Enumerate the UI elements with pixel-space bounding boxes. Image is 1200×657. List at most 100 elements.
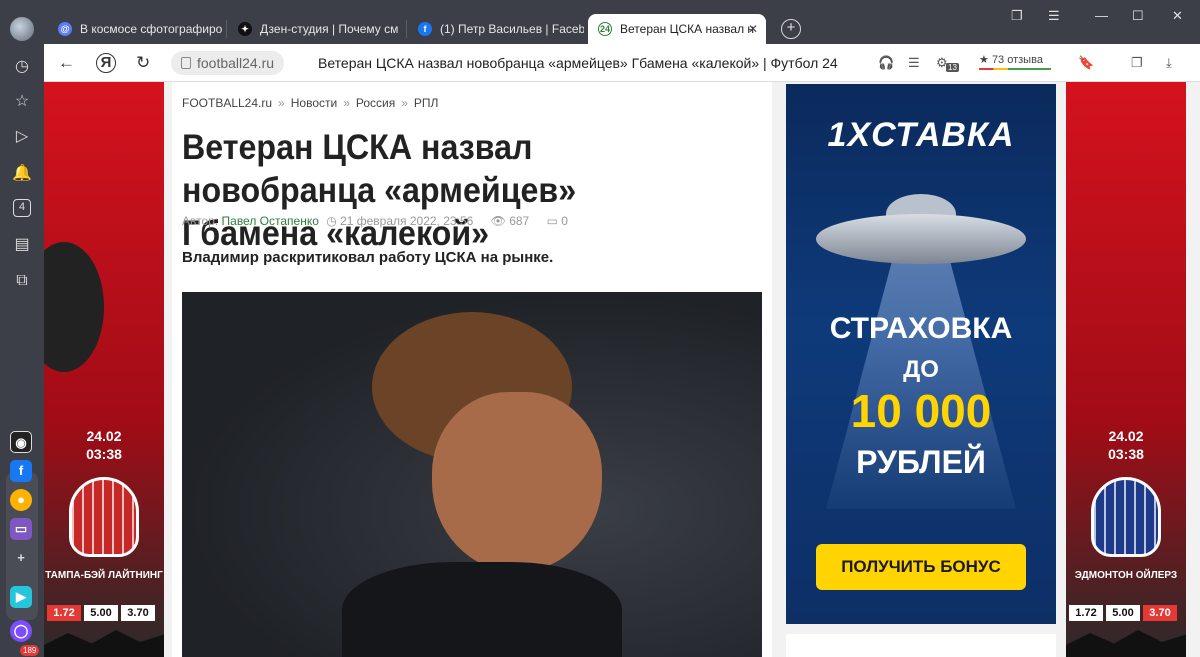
center-banner-ad[interactable]: 1XСТАВКА СТРАХОВКА ДО 10 000 РУБЛЕЙ ПОЛУ… (786, 84, 1056, 624)
history-icon[interactable]: ◷ (11, 56, 33, 78)
odds-value: 3.70 (121, 605, 155, 621)
alice-icon[interactable]: ◯ (10, 620, 32, 642)
facebook-app-icon[interactable]: f (10, 460, 32, 482)
match-time: 03:38 (1108, 446, 1144, 462)
play-icon[interactable]: ▷ (11, 126, 33, 148)
left-side-ad[interactable]: 24.02 03:38 ТАМПА-БЭЙ ЛАЙТНИНГ 1.72 5.00… (44, 82, 164, 657)
tab-label: Ветеран ЦСКА назвал н (620, 22, 755, 36)
close-window-icon[interactable]: ✕ (1172, 8, 1183, 24)
tab-strip: @ В космосе сфотографиро ✦ Дзен-студия |… (0, 0, 1200, 44)
ad-line1: СТРАХОВКА (829, 312, 1013, 345)
yandex-app-icon[interactable]: ● (10, 489, 32, 511)
lock-icon (181, 57, 191, 69)
match-time: 03:38 (86, 446, 122, 462)
close-tab-icon[interactable]: ✕ (748, 22, 758, 36)
author-link[interactable]: Павел Остапенко (222, 214, 319, 228)
bookmark-icon[interactable]: 🔖 (1078, 55, 1094, 71)
tab-label: Дзен-студия | Почему см (260, 22, 399, 36)
ad-line2: ДО (903, 356, 939, 383)
puck-graphic (44, 242, 104, 372)
odds-row: 1.72 5.00 3.70 (1069, 605, 1177, 621)
yandex-icon[interactable]: Я (96, 53, 116, 73)
ad-amount: 10 000 (850, 385, 992, 437)
breadcrumb-home[interactable]: FOOTBALL24.ru (182, 96, 272, 110)
tab-facebook[interactable]: f (1) Петр Васильев | Facebo (408, 14, 584, 44)
breadcrumb-separator: » (401, 96, 408, 110)
zen-icon: ✦ (238, 22, 252, 36)
tab-space-photo[interactable]: @ В космосе сфотографиро (48, 14, 224, 44)
breadcrumb-news[interactable]: Новости (291, 96, 337, 110)
download-icon[interactable]: ⤓ (1166, 55, 1172, 71)
team-name: ЭДМОНТОН ОЙЛЕРЗ (1074, 570, 1178, 581)
new-tab-button[interactable]: + (781, 19, 801, 39)
favorites-star-icon[interactable]: ☆ (11, 91, 33, 113)
breadcrumb-rpl[interactable]: РПЛ (414, 96, 439, 110)
article: FOOTBALL24.ru » Новости » Россия » РПЛ Ветеран… (172, 82, 772, 657)
address-bar: ← Я ↻ football24.ru Ветеран ЦСКА назвал … (44, 44, 1200, 82)
photo-shirt (342, 562, 622, 657)
odds-value: 1.72 (1069, 605, 1103, 621)
article-photo (182, 292, 762, 657)
right-side-ad[interactable]: 24.02 03:38 ЭДМОНТОН ОЙЛЕРЗ 1.72 5.00 3.… (1066, 82, 1186, 657)
mountain-graphic (1066, 630, 1186, 657)
clock-icon: ◷ (326, 214, 337, 228)
reader-icon[interactable]: ☰ (908, 55, 920, 71)
facebook-icon: f (418, 22, 432, 36)
article-lead: Владимир раскритиковал работу ЦСКА на ры… (182, 249, 554, 266)
profile-avatar[interactable] (10, 17, 34, 41)
page-title-label: Ветеран ЦСКА назвал новобранца «армейцев… (318, 55, 838, 71)
odds-value: 1.72 (47, 605, 81, 621)
publish-date: 21 февраля 2022, 23:56 (340, 214, 474, 228)
rating-bar (979, 68, 1051, 70)
ad-logo: 1XСТАВКА (827, 116, 1015, 154)
match-date: 24.02 (1108, 428, 1144, 444)
menu-icon[interactable]: ☰ (1048, 8, 1060, 24)
ad-line3: РУБЛЕЙ (856, 444, 986, 480)
article-headline: Ветеран ЦСКА назвал новобранца «армейцев… (182, 128, 577, 253)
sidebar-block (786, 634, 1056, 657)
star-icon: ★ (979, 54, 989, 66)
collections-icon[interactable]: ❐ (1011, 8, 1023, 24)
reader-count: 13 (946, 63, 959, 72)
messenger-app-icon[interactable]: ▭ (10, 518, 32, 540)
maximize-icon[interactable]: ☐ (1132, 8, 1144, 24)
screenshot-icon[interactable]: ⧉ (11, 270, 33, 292)
author-prefix: Автор: (182, 214, 219, 228)
tab-football24-active[interactable]: 24 Ветеран ЦСКА назвал н ✕ (588, 14, 766, 44)
url-field[interactable]: football24.ru (171, 51, 285, 75)
headphones-icon[interactable]: 🎧 (878, 55, 894, 71)
comments-count[interactable]: 0 (561, 214, 568, 228)
breadcrumb-russia[interactable]: Россия (356, 96, 395, 110)
ufo-graphic (816, 214, 1026, 264)
helmet-graphic (69, 477, 139, 557)
browser-sidebar: ◷ ☆ ▷ 🔔 4 ▤ ⧉ ◉ f ● ▭ + ▶ 189 ◯ (0, 44, 44, 657)
add-app-icon[interactable]: + (10, 547, 32, 569)
team-name: ТАМПА-БЭЙ ЛАЙТНИНГ (45, 570, 163, 581)
odds-value: 5.00 (84, 605, 118, 621)
camera-app-icon[interactable]: ◉ (10, 431, 32, 453)
reload-icon[interactable]: ↻ (136, 53, 150, 73)
minimize-icon[interactable]: — (1095, 8, 1108, 23)
get-bonus-button[interactable]: ПОЛУЧИТЬ БОНУС (816, 544, 1026, 590)
comment-icon[interactable]: ▭ (547, 214, 558, 228)
tab-separator (406, 20, 407, 38)
site-reviews[interactable]: ★ 73 отзыва (979, 53, 1051, 70)
web-page: 24.02 03:38 ТАМПА-БЭЙ ЛАЙТНИНГ 1.72 5.00… (44, 82, 1200, 657)
at-icon: @ (58, 22, 72, 36)
bell-icon[interactable]: 🔔 (11, 163, 33, 185)
breadcrumb-separator: » (343, 96, 350, 110)
collections-icon[interactable]: ❐ (1131, 55, 1143, 71)
notes-icon[interactable]: ▤ (11, 234, 33, 256)
counter-icon[interactable]: 4 (13, 199, 31, 217)
store-app-icon[interactable]: ▶ (10, 586, 32, 608)
article-meta: Автор: Павел Остапенко ◷ 21 февраля 2022… (182, 214, 568, 228)
helmet-graphic (1091, 477, 1161, 557)
odds-value: 3.70 (1143, 605, 1177, 621)
breadcrumb-separator: » (278, 96, 285, 110)
odds-row: 1.72 5.00 3.70 (47, 605, 155, 621)
tab-label: (1) Петр Васильев | Facebo (440, 22, 584, 36)
football24-icon: 24 (598, 22, 612, 36)
reviews-label: 73 отзыва (991, 54, 1043, 66)
tab-zen-studio[interactable]: ✦ Дзен-студия | Почему см (228, 14, 404, 44)
back-arrow-icon[interactable]: ← (58, 53, 75, 73)
